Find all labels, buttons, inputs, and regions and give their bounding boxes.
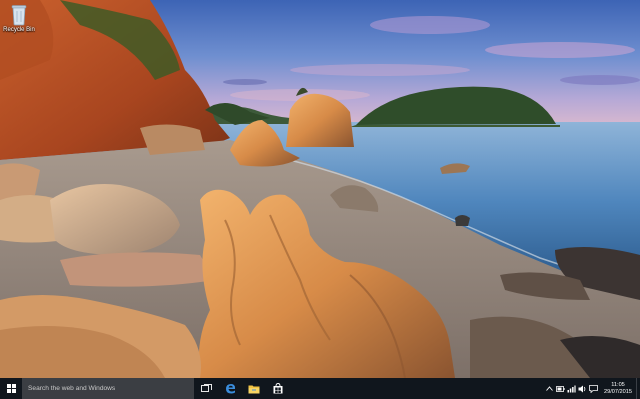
clock[interactable]: 11:05 29/07/2015 — [599, 378, 636, 399]
edge-button[interactable] — [218, 378, 242, 399]
volume-icon — [578, 385, 586, 392]
action-center-button[interactable] — [588, 378, 599, 399]
store-icon — [273, 383, 283, 394]
clock-date: 29/07/2015 — [604, 388, 632, 395]
windows-logo-icon — [6, 384, 16, 393]
search-box[interactable]: Search the web and Windows — [22, 378, 194, 399]
file-explorer-button[interactable] — [242, 378, 266, 399]
task-view-button[interactable] — [194, 378, 218, 399]
system-tray: 11:05 29/07/2015 — [544, 378, 640, 399]
notifications-icon — [589, 384, 598, 393]
network-button[interactable] — [566, 378, 577, 399]
start-button[interactable] — [0, 378, 22, 399]
desktop[interactable]: Recycle Bin — [0, 0, 640, 378]
desktop-wallpaper — [0, 0, 640, 378]
show-desktop-button[interactable] — [636, 378, 640, 399]
recycle-bin[interactable]: Recycle Bin — [2, 4, 36, 33]
search-placeholder: Search the web and Windows — [28, 385, 116, 392]
folder-icon — [248, 385, 260, 393]
recycle-bin-label: Recycle Bin — [3, 27, 35, 33]
battery-button[interactable] — [555, 378, 566, 399]
recycle-bin-icon — [11, 5, 27, 26]
store-button[interactable] — [266, 378, 290, 399]
edge-icon — [225, 384, 235, 394]
volume-button[interactable] — [577, 378, 588, 399]
show-hidden-icons-button[interactable] — [544, 378, 555, 399]
taskbar: Search the web and Windows 11:05 29/07/2… — [0, 378, 640, 399]
network-icon — [567, 385, 576, 392]
battery-icon — [556, 385, 565, 392]
chevron-up-icon — [546, 386, 553, 391]
task-view-icon — [200, 384, 212, 392]
clock-time: 11:05 — [611, 381, 625, 388]
